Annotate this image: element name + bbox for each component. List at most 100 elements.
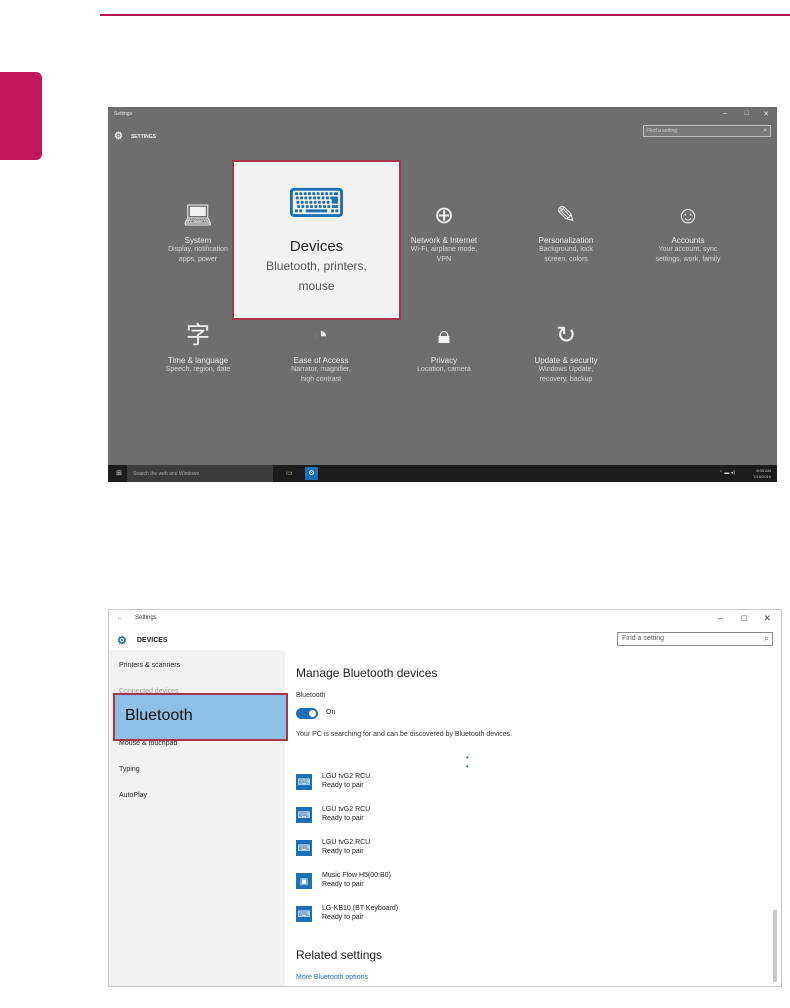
search-input[interactable]: Find a setting ⌕ (643, 125, 771, 137)
top-rule (100, 14, 790, 16)
device-name: LGU tvG2 RCU (322, 806, 371, 813)
tile-personalization[interactable]: ✎ Personalization Background, lock scree… (506, 202, 626, 265)
taskbar-search[interactable]: Search the web and Windows (127, 465, 273, 482)
language-icon: 字 (186, 322, 210, 349)
tile-accounts[interactable]: ☺ Accounts Your account, sync settings, … (628, 202, 748, 265)
tile-desc: VPN (436, 256, 452, 263)
search-icon: ⌕ (764, 634, 769, 643)
tile-title: Network & Internet (410, 236, 478, 245)
minimize-button[interactable]: – (723, 110, 727, 117)
keyboard-icon: ⌨︎ (296, 840, 312, 856)
tile-desc: mouse (298, 279, 335, 293)
device-status: Ready to pair (322, 815, 364, 822)
keyboard-icon: ⌨︎ (296, 906, 312, 922)
tile-privacy[interactable]: 🔒︎ Privacy Location, camera (384, 322, 504, 375)
tile-time-language[interactable]: 字 Time & language Speech, region, date (138, 322, 258, 375)
search-input[interactable]: Find a setting ⌕ (617, 632, 773, 646)
close-button[interactable]: ✕ (763, 110, 769, 118)
refresh-icon: ↻ (555, 322, 577, 349)
search-placeholder: Find a setting (622, 635, 665, 642)
tile-desc: Your account, sync (658, 246, 718, 253)
search-icon: ⌕ (763, 127, 767, 134)
bluetooth-label: Bluetooth (296, 692, 326, 699)
task-view-icon[interactable]: ▭ (286, 469, 293, 477)
scrollbar[interactable] (773, 910, 777, 982)
list-item[interactable]: ⌨︎ LGU tvG2 RCU Ready to pair (296, 772, 496, 794)
device-status: Ready to pair (322, 782, 364, 789)
tile-title: Devices (289, 238, 344, 255)
device-status: Ready to pair (322, 848, 364, 855)
device-name: LGU tvG2 RCU (322, 773, 371, 780)
tile-desc: Windows Update, (538, 366, 594, 373)
tile-desc: Wi-Fi, airplane mode, (410, 246, 478, 253)
window-title: Settings (114, 111, 133, 117)
taskbar: ⊞ Search the web and Windows ▭ ⚙ ⌃ ▬ ◂) … (108, 465, 777, 482)
maximize-button[interactable]: □ (745, 110, 749, 117)
more-bluetooth-options-link[interactable]: More Bluetooth options (296, 974, 368, 981)
list-item[interactable]: ⌨︎ LGU tvG2 RCU Ready to pair (296, 805, 496, 827)
device-status: Ready to pair (322, 914, 364, 921)
header-title: DEVICES (136, 637, 168, 644)
discovery-info: Your PC is searching for and can be disc… (296, 731, 513, 738)
gear-icon: ⚙ (114, 131, 123, 142)
person-icon: ☺ (675, 202, 701, 229)
list-item[interactable]: ⌨︎ LG-KB10 (BT Keyboard) Ready to pair (296, 904, 496, 926)
toggle-state: On (326, 709, 336, 716)
window-titlebar: ← Settings (117, 615, 157, 621)
tile-network[interactable]: ⊕ Network & Internet Wi-Fi, airplane mod… (384, 202, 504, 265)
window-title: Settings (135, 615, 157, 621)
tile-desc: screen, colors (544, 256, 588, 263)
keyboard-icon: ⌨︎ (296, 774, 312, 790)
chapter-tab (0, 72, 42, 160)
clock[interactable]: 8:09 AM 7/15/2015 (753, 468, 771, 480)
header-title: SETTINGS (130, 133, 156, 140)
speaker-icon: ▣ (296, 873, 312, 889)
tile-update-security[interactable]: ↻ Update & security Windows Update, reco… (506, 322, 626, 385)
windows-start-icon[interactable]: ⊞ (116, 469, 122, 477)
searching-progress-dots: • • (466, 753, 495, 771)
tile-title: Update & security (534, 356, 598, 365)
tile-title: Personalization (538, 236, 594, 245)
globe-icon: ⊕ (433, 202, 455, 229)
settings-header: ⚙ SETTINGS (114, 131, 156, 142)
tile-desc: settings, work, family (655, 256, 721, 263)
back-arrow-icon[interactable]: ← (117, 615, 123, 621)
bluetooth-settings-screenshot: ← Settings – □ ✕ ⚙ DEVICES Find a settin… (108, 609, 782, 987)
sidebar-item-mouse[interactable]: Mouse & touchpad (119, 740, 177, 747)
tile-title: Accounts (671, 236, 705, 245)
tile-title: Privacy (430, 356, 458, 365)
close-button[interactable]: ✕ (763, 613, 771, 624)
list-item[interactable]: ▣ Music Flow H5(00:B0) Ready to pair (296, 871, 496, 893)
search-placeholder: Find a setting (647, 128, 678, 134)
settings-app-icon[interactable]: ⚙ (305, 467, 318, 480)
device-name: LGU tvG2 RCU (322, 839, 371, 846)
tile-desc: Location, camera (417, 366, 471, 373)
sidebar-item-label: Bluetooth (125, 707, 193, 724)
tile-desc: recovery, backup (539, 376, 593, 383)
lock-icon: 🔒︎ (437, 322, 451, 349)
clock-date: 7/15/2015 (753, 474, 771, 479)
tile-devices-highlighted[interactable]: ⌨︎ Devices Bluetooth, printers, mouse (232, 160, 401, 320)
tile-desc: Background, lock (539, 246, 593, 253)
tile-title: Ease of Access (293, 356, 349, 365)
minimize-button[interactable]: – (718, 613, 723, 623)
sidebar-item-printers[interactable]: Printers & scanners (119, 662, 180, 669)
tile-ease-of-access[interactable]: ◔ Ease of Access Narrator, magnifier, hi… (261, 322, 381, 385)
sidebar-item-bluetooth-highlighted[interactable]: Bluetooth (113, 693, 288, 741)
gear-icon: ⚙ (117, 635, 127, 647)
bluetooth-toggle[interactable] (296, 708, 318, 719)
sidebar-item-typing[interactable]: Typing (119, 766, 140, 773)
sidebar-item-autoplay[interactable]: AutoPlay (119, 792, 147, 799)
system-tray-icons[interactable]: ⌃ ▬ ◂) (719, 470, 735, 476)
device-name: LG-KB10 (BT Keyboard) (322, 905, 399, 912)
tile-title: Time & language (167, 356, 229, 365)
paint-icon: ✎ (555, 202, 577, 229)
tile-desc: Bluetooth, printers, (266, 259, 367, 273)
keyboard-icon: ⌨︎ (296, 807, 312, 823)
settings-home-screenshot: Settings – □ ✕ ⚙ SETTINGS Find a setting… (108, 107, 777, 482)
tile-desc: high contrast (300, 376, 342, 383)
list-item[interactable]: ⌨︎ LGU tvG2 RCU Ready to pair (296, 838, 496, 860)
ease-icon: ◔ (313, 322, 329, 349)
maximize-button[interactable]: □ (742, 613, 747, 623)
device-name: Music Flow H5(00:B0) (322, 872, 391, 879)
